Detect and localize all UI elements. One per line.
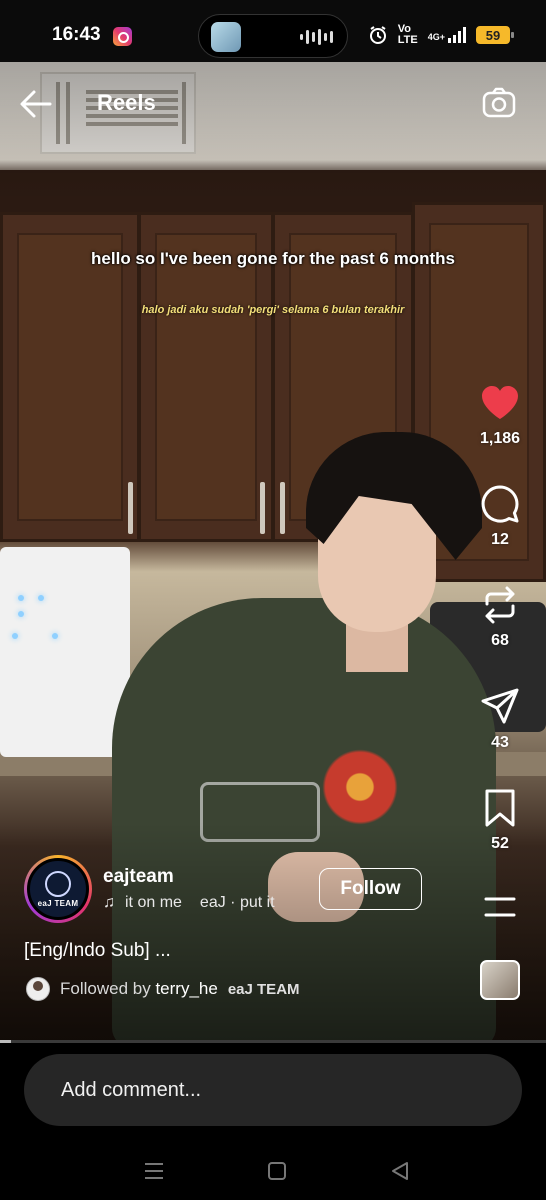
repost-count: 68 — [491, 632, 509, 649]
more-menu-icon[interactable] — [484, 896, 516, 918]
save-action[interactable]: 52 — [474, 787, 526, 853]
save-count: 52 — [491, 835, 509, 852]
status-right: Vo LTE 4G+ 59 — [368, 23, 514, 46]
home-icon[interactable] — [264, 1158, 290, 1184]
heart-icon[interactable] — [479, 382, 521, 424]
share-count: 43 — [491, 734, 509, 751]
audio-title: it on me — [125, 894, 182, 911]
network-type: 4G+ — [427, 32, 445, 42]
follow-button[interactable]: Follow — [319, 868, 422, 910]
battery-indicator: 59 — [476, 26, 514, 44]
comment-icon[interactable] — [479, 483, 521, 525]
bottom-area — [0, 1043, 546, 1200]
volte-indicator: Vo LTE — [397, 23, 418, 46]
avatar-logo-text: eaJ TEAM — [37, 898, 79, 908]
recent-apps-icon[interactable] — [141, 1158, 167, 1184]
system-nav-bar — [0, 1148, 546, 1194]
like-action[interactable]: 1,186 — [474, 382, 526, 448]
send-icon[interactable] — [479, 686, 521, 728]
camera-icon[interactable] — [482, 86, 516, 120]
audio-info[interactable]: ♫ it on me eaJ · put it — [103, 894, 275, 912]
audio-thumbnail[interactable] — [480, 960, 520, 1000]
follower-avatar — [26, 977, 50, 1001]
cabinet-handle — [280, 482, 285, 534]
status-bar: 16:43 Vo LTE 4G+ 59 — [0, 0, 546, 62]
reel-description[interactable]: [Eng/Indo Sub] ... — [24, 940, 171, 962]
repost-action[interactable]: 68 — [474, 584, 526, 650]
status-time: 16:43 — [52, 24, 101, 45]
top-shade — [0, 62, 546, 202]
watermark-text: eaJ TEAM — [227, 980, 300, 998]
followed-by[interactable]: Followed by terry_he eaJ TEAM — [26, 977, 300, 1001]
instagram-notification-icon — [113, 27, 132, 46]
water-dispenser — [0, 547, 130, 757]
like-count: 1,186 — [479, 430, 521, 447]
alarm-icon — [369, 26, 386, 44]
subtitle-english: hello so I've been gone for the past 6 m… — [91, 249, 455, 268]
back-arrow-icon[interactable] — [18, 86, 54, 122]
followed-by-text: Followed by terry_he — [60, 979, 218, 998]
music-note-icon: ♫ — [103, 894, 115, 911]
astronaut-icon — [45, 870, 71, 897]
share-action[interactable]: 43 — [474, 686, 526, 752]
signal-icon — [448, 27, 466, 43]
back-nav-icon[interactable] — [387, 1158, 413, 1184]
comment-count: 12 — [491, 531, 509, 548]
cabinet-handle — [260, 482, 265, 534]
author-username[interactable]: eajteam — [103, 866, 174, 888]
page-title: Reels — [97, 90, 156, 115]
audio-artist: eaJ · put it — [199, 894, 275, 911]
audio-wave-icon — [300, 29, 333, 45]
bookmark-icon[interactable] — [479, 787, 521, 829]
subtitle-indonesian: halo jadi aku sudah 'pergi' selama 6 bul… — [141, 304, 405, 316]
author-avatar[interactable]: eaJ TEAM — [24, 855, 92, 923]
cabinet-handle — [128, 482, 133, 534]
comment-input[interactable] — [24, 1054, 522, 1126]
now-playing-thumbnail — [211, 22, 241, 52]
bottom-shade — [0, 822, 546, 1042]
repost-icon[interactable] — [479, 584, 521, 626]
comment-action[interactable]: 12 — [474, 483, 526, 549]
dynamic-island[interactable] — [198, 14, 348, 58]
